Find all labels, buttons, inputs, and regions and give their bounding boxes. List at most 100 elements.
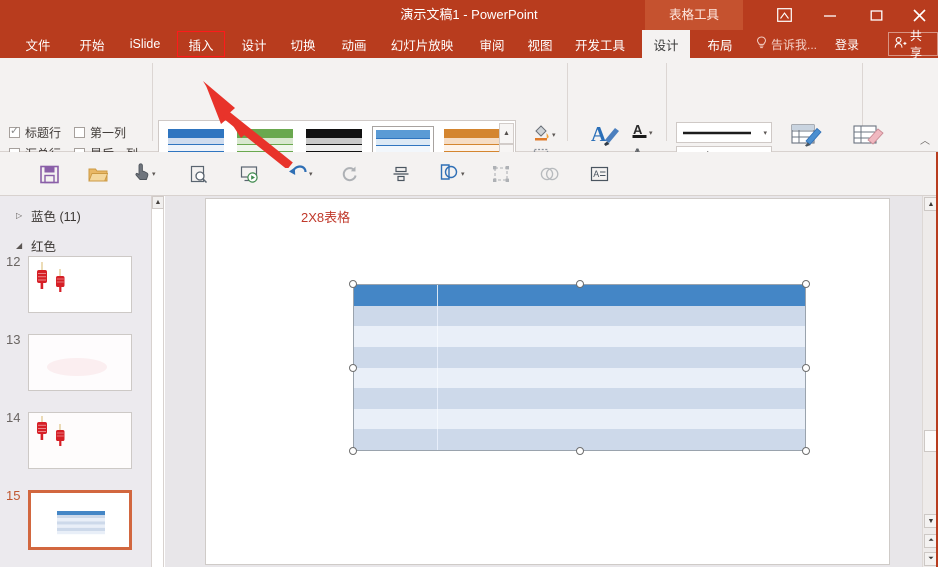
shape-fill-button[interactable]: ▾ [533,124,556,146]
table-row[interactable] [354,326,805,347]
resize-handle-top-right[interactable] [802,280,810,288]
slide-thumbnail-pane: ▷ 蓝色 (11) ◢ 红色 12 [0,196,152,567]
tell-me-label: 告诉我... [771,36,817,53]
chevron-down-icon[interactable]: ▾ [763,129,767,137]
chevron-down-icon[interactable]: ▾ [461,170,465,178]
section-label: 蓝色 (11) [31,206,81,225]
text-fill-button[interactable]: A ▾ [632,122,653,144]
ribbon: 标题行 第一列 汇总行 最后一列 镶边行 镶边列 表格样式选项 [0,58,938,152]
thumbnail-content [29,413,132,469]
minimize-button[interactable] [808,0,852,30]
combine-shapes-icon[interactable] [540,162,559,186]
slide-editing-area: 2X8表格 [165,196,938,567]
group-divider [567,63,568,141]
tab-table-design[interactable]: 设计 [642,30,690,58]
chevron-down-icon[interactable]: ▾ [309,170,313,178]
checkbox-label: 第一列 [90,124,126,141]
tab-developer[interactable]: 开发工具 [566,30,634,58]
thumbnail-number: 15 [6,488,20,503]
chevron-up-icon[interactable]: ︿ [920,132,930,147]
table-row[interactable] [354,306,805,327]
tell-me-box[interactable]: 告诉我... [756,30,817,58]
resize-handle-middle-left[interactable] [349,364,357,372]
checkbox-box[interactable] [9,127,20,138]
crop-icon[interactable] [492,162,510,186]
touch-mode-button[interactable]: ▾ [133,162,156,186]
slide-table[interactable] [353,284,806,451]
contextual-tool-label: 表格工具 [645,0,743,30]
touch-mode-icon [133,162,150,186]
tab-islide[interactable]: iSlide [120,30,170,58]
gallery-scroll-up-icon[interactable]: ▲ [499,123,514,144]
checkbox-header-row[interactable]: 标题行 [9,124,61,141]
svg-text:A: A [593,169,599,179]
tab-view[interactable]: 视图 [518,30,562,58]
thumbnail-content [29,257,132,313]
checkbox-box[interactable] [74,127,85,138]
tab-table-layout[interactable]: 布局 [696,30,744,58]
text-box-icon[interactable]: A [590,162,609,186]
table-row[interactable] [354,388,805,409]
resize-handle-top-center[interactable] [576,280,584,288]
group-divider [666,63,667,141]
table-column-separator [437,388,438,409]
tab-file[interactable]: 文件 [16,30,60,58]
chevron-down-icon[interactable]: ▾ [649,129,653,137]
table-column-separator [437,285,438,306]
undo-button[interactable]: ▾ [288,162,313,186]
redo-icon[interactable] [340,162,358,186]
svg-text:A: A [633,122,643,137]
resize-handle-middle-right[interactable] [802,364,810,372]
resize-handle-bottom-center[interactable] [576,447,584,455]
resize-handle-bottom-left[interactable] [349,447,357,455]
slide-thumbnail-12[interactable] [28,256,132,313]
slide-thumbnail-13[interactable] [28,334,132,391]
slide-thumbnail-14[interactable] [28,412,132,469]
table-row[interactable] [354,285,805,306]
merge-shapes-button[interactable]: ▾ [440,162,465,186]
share-button[interactable]: 共享 [888,32,938,56]
slide-canvas[interactable]: 2X8表格 [205,198,890,565]
chevron-right-icon[interactable]: ▷ [16,211,25,220]
chevron-down-icon[interactable]: ◢ [16,241,25,250]
thumbnail-pane-scrollbar[interactable]: ▲ [152,196,164,567]
resize-handle-bottom-right[interactable] [802,447,810,455]
group-divider [152,63,153,141]
resize-handle-top-left[interactable] [349,280,357,288]
print-preview-icon[interactable] [190,162,208,186]
slide-annotation-text: 2X8表格 [301,207,350,226]
table-row[interactable] [354,347,805,368]
undo-icon [288,163,307,185]
tab-transitions[interactable]: 切换 [281,30,325,58]
powerpoint-window: 演示文稿1 - PowerPoint 表格工具 文件 开始 iSlide 插入 … [0,0,938,567]
checkbox-first-column[interactable]: 第一列 [74,124,126,141]
chevron-down-icon[interactable]: ▾ [552,131,556,139]
tab-home[interactable]: 开始 [70,30,114,58]
pen-style-combo[interactable]: ▾ [676,122,772,143]
text-fill-icon: A [632,122,647,144]
align-objects-icon[interactable] [392,162,410,186]
section-group-red[interactable]: ◢ 红色 [16,236,56,255]
pen-style-preview-icon [681,128,753,138]
table-row[interactable] [354,368,805,389]
thumbnail-number: 13 [6,332,20,347]
start-slideshow-icon[interactable] [240,162,259,186]
save-icon[interactable] [40,162,59,186]
close-button[interactable] [900,0,938,30]
table-row[interactable] [354,409,805,430]
slide-thumbnail-15[interactable] [28,490,132,550]
tab-review[interactable]: 审阅 [470,30,514,58]
tab-design[interactable]: 设计 [232,30,276,58]
ribbon-display-options-icon[interactable] [762,0,806,30]
maximize-button[interactable] [854,0,898,30]
tab-animations[interactable]: 动画 [332,30,376,58]
sign-in-button[interactable]: 登录 [835,30,859,58]
scroll-up-icon[interactable]: ▲ [152,196,164,209]
tab-slideshow[interactable]: 幻灯片放映 [382,30,462,58]
open-folder-icon[interactable] [88,162,108,186]
tab-insert[interactable]: 插入 [177,31,225,57]
table-column-separator [437,429,438,450]
chevron-down-icon[interactable]: ▾ [152,170,156,178]
section-group-blue[interactable]: ▷ 蓝色 (11) [16,206,81,225]
merge-shapes-icon [440,163,459,186]
